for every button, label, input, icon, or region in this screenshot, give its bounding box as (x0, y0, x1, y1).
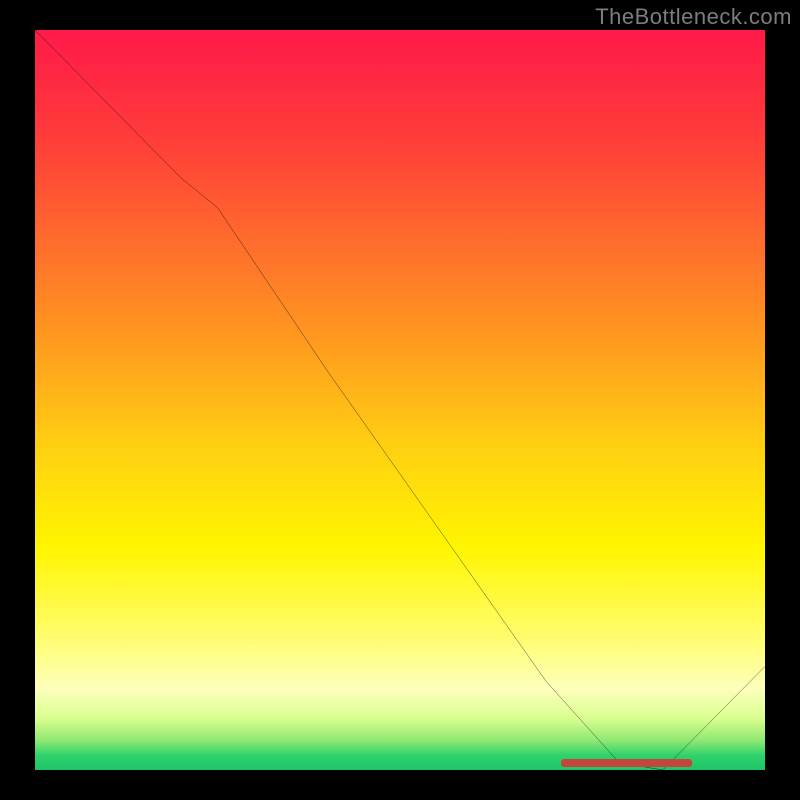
bottleneck-curve (35, 30, 765, 770)
highlight-band (561, 759, 692, 767)
watermark-text: TheBottleneck.com (595, 4, 792, 30)
plot-area (35, 30, 765, 770)
curve-path (35, 30, 765, 770)
chart-container: TheBottleneck.com (0, 0, 800, 800)
